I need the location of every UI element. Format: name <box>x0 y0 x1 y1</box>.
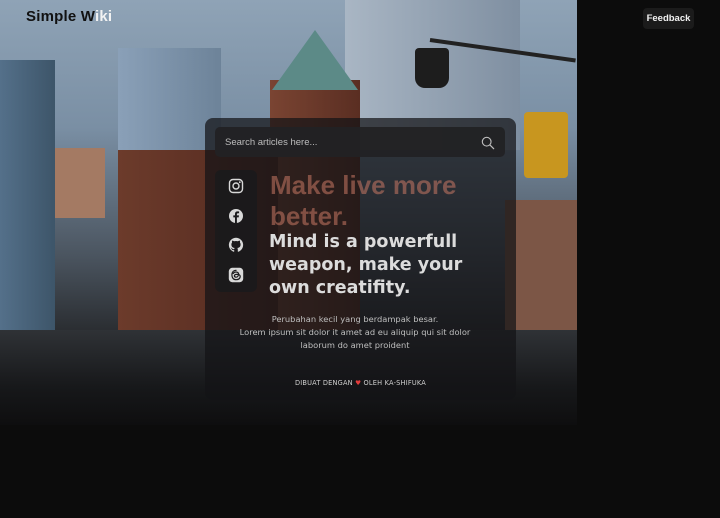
footer-credit: DIBUAT DENGAN ♥ OLEH KA-SHIFUKA <box>205 379 516 387</box>
street-lamp <box>415 48 449 88</box>
heart-icon: ♥ <box>355 379 362 387</box>
right-panel <box>577 0 720 518</box>
search-placeholder: Search articles here... <box>225 136 318 148</box>
instagram-icon[interactable] <box>228 178 244 194</box>
hero-description-line1: Perubahan kecil yang berdampak besar. <box>271 314 439 324</box>
ghost-heading-line1: Make live more <box>270 170 457 200</box>
github-icon[interactable] <box>228 237 244 253</box>
credit-before: DIBUAT DENGAN <box>294 379 353 387</box>
hero-description-line2: Lorem ipsum sit dolor it amet ad eu aliq… <box>239 327 471 350</box>
site-title[interactable]: Simple Wiki <box>26 8 112 25</box>
building-small <box>55 148 105 218</box>
hero-headline: Mind is a powerfull weapon, make your ow… <box>269 232 463 298</box>
ghost-heading: Make live more better. <box>270 170 510 232</box>
feedback-button[interactable]: Feedback <box>643 8 694 29</box>
threads-icon[interactable] <box>228 267 244 283</box>
search-icon[interactable] <box>481 135 495 150</box>
credit-after: OLEH KA-SHIFUKA <box>363 379 426 387</box>
bottom-band <box>0 425 577 518</box>
search-input[interactable]: Search articles here... <box>215 127 505 157</box>
skyscraper-left <box>0 60 55 350</box>
site-title-part2: iki <box>94 8 113 25</box>
social-links <box>215 170 257 292</box>
hero-description: Perubahan kecil yang berdampak besar. Lo… <box>232 313 478 352</box>
facebook-icon[interactable] <box>228 208 244 224</box>
traffic-signal <box>524 112 568 178</box>
site-title-part1: Simple W <box>26 8 95 25</box>
ghost-heading-line2: better. <box>270 201 349 231</box>
